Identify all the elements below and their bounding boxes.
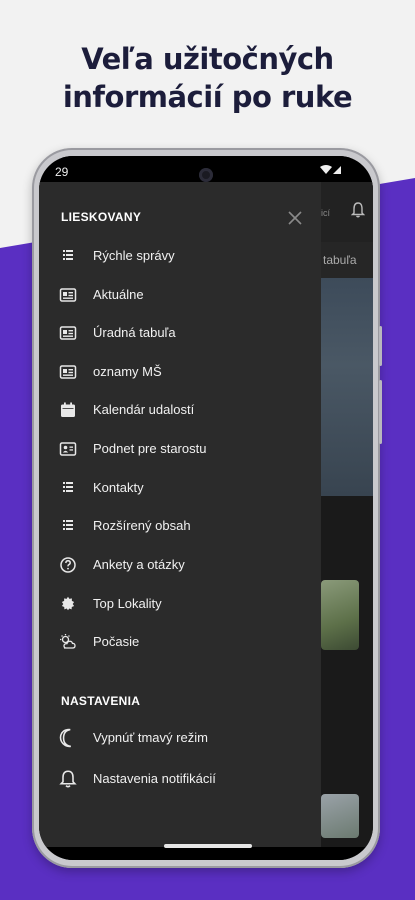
menu-item-label: Nastavenia notifikácií xyxy=(93,771,216,786)
moon-icon xyxy=(59,728,71,748)
menu-item-label: Kontakty xyxy=(93,480,144,495)
list-icon xyxy=(63,482,73,492)
newspaper-icon xyxy=(59,326,77,340)
menu-item-label: oznamy MŠ xyxy=(93,364,162,379)
section-title-nastavenia: NASTAVENIA xyxy=(61,694,141,708)
background-tab-text: tabuľa xyxy=(323,253,357,267)
home-indicator[interactable] xyxy=(164,844,252,848)
menu-item-podnet-pre-starostu[interactable]: Podnet pre starostu xyxy=(39,430,321,468)
menu-item-dark-mode-toggle[interactable]: Vypnúť tmavý režim xyxy=(39,719,321,757)
promo-headline: Veľa užitočných informácií po ruke xyxy=(0,40,415,116)
status-time: 29 xyxy=(55,165,69,179)
background-app-header: icí xyxy=(321,182,373,242)
background-tab[interactable]: tabuľa xyxy=(321,242,373,278)
menu-item-oznamy-ms[interactable]: oznamy MŠ xyxy=(39,353,321,391)
phone-side-button xyxy=(379,380,382,444)
badge-icon xyxy=(61,596,75,611)
menu-item-pocasie[interactable]: Počasie xyxy=(39,623,321,661)
front-camera xyxy=(199,168,213,182)
menu-item-kontakty[interactable]: Kontakty xyxy=(39,469,321,507)
menu-item-rozsireny-obsah[interactable]: Rozšírený obsah xyxy=(39,507,321,545)
menu-item-uradna-tabula[interactable]: Úradná tabuľa xyxy=(39,314,321,352)
section-title-lieskovany: LIESKOVANY xyxy=(61,210,142,224)
menu-item-ankety-a-otazky[interactable]: Ankety a otázky xyxy=(39,546,321,584)
menu-item-label: Podnet pre starostu xyxy=(93,441,207,456)
menu-item-label: Top Lokality xyxy=(93,596,162,611)
phone-screen: 29 icí tabuľa LIESKOVANY Rýchle správy A… xyxy=(39,156,373,860)
menu-item-label: Rozšírený obsah xyxy=(93,518,191,533)
menu-item-label: Ankety a otázky xyxy=(93,557,185,572)
list-icon xyxy=(63,250,73,260)
bell-icon[interactable] xyxy=(350,202,366,221)
menu-item-label: Vypnúť tmavý režim xyxy=(93,730,208,745)
newspaper-icon xyxy=(59,288,77,302)
menu-item-aktualne[interactable]: Aktuálne xyxy=(39,276,321,314)
background-card-image xyxy=(321,794,359,838)
menu-item-kalendar-udalosti[interactable]: Kalendár udalostí xyxy=(39,391,321,429)
status-bar: 29 xyxy=(39,156,373,182)
calendar-icon xyxy=(61,402,75,417)
headline-line-1: Veľa užitočných xyxy=(81,42,334,76)
menu-item-rychle-spravy[interactable]: Rýchle správy xyxy=(39,237,321,275)
menu-item-label: Rýchle správy xyxy=(93,248,175,263)
question-circle-icon xyxy=(60,557,76,573)
menu-item-notification-settings[interactable]: Nastavenia notifikácií xyxy=(39,760,321,798)
close-icon[interactable] xyxy=(281,204,309,232)
navigation-drawer: LIESKOVANY Rýchle správy Aktuálne Úradná… xyxy=(39,182,321,847)
background-header-text: icí xyxy=(321,208,330,218)
newspaper-icon xyxy=(59,365,77,379)
weather-icon xyxy=(60,634,76,649)
wifi-signal-icon xyxy=(320,165,341,174)
menu-item-label: Úradná tabuľa xyxy=(93,325,176,340)
background-hero-image xyxy=(321,278,373,496)
menu-item-label: Aktuálne xyxy=(93,287,144,302)
bell-icon xyxy=(59,770,77,788)
navigation-bar xyxy=(39,847,373,860)
headline-line-2: informácií po ruke xyxy=(62,80,353,114)
menu-item-label: Počasie xyxy=(93,634,140,649)
status-icons xyxy=(319,165,343,178)
contact-card-icon xyxy=(59,442,77,456)
menu-item-label: Kalendár udalostí xyxy=(93,402,195,417)
phone-side-button xyxy=(379,326,382,366)
menu-item-top-lokality[interactable]: Top Lokality xyxy=(39,585,321,623)
background-card-image xyxy=(321,580,359,650)
list-icon xyxy=(63,520,73,530)
